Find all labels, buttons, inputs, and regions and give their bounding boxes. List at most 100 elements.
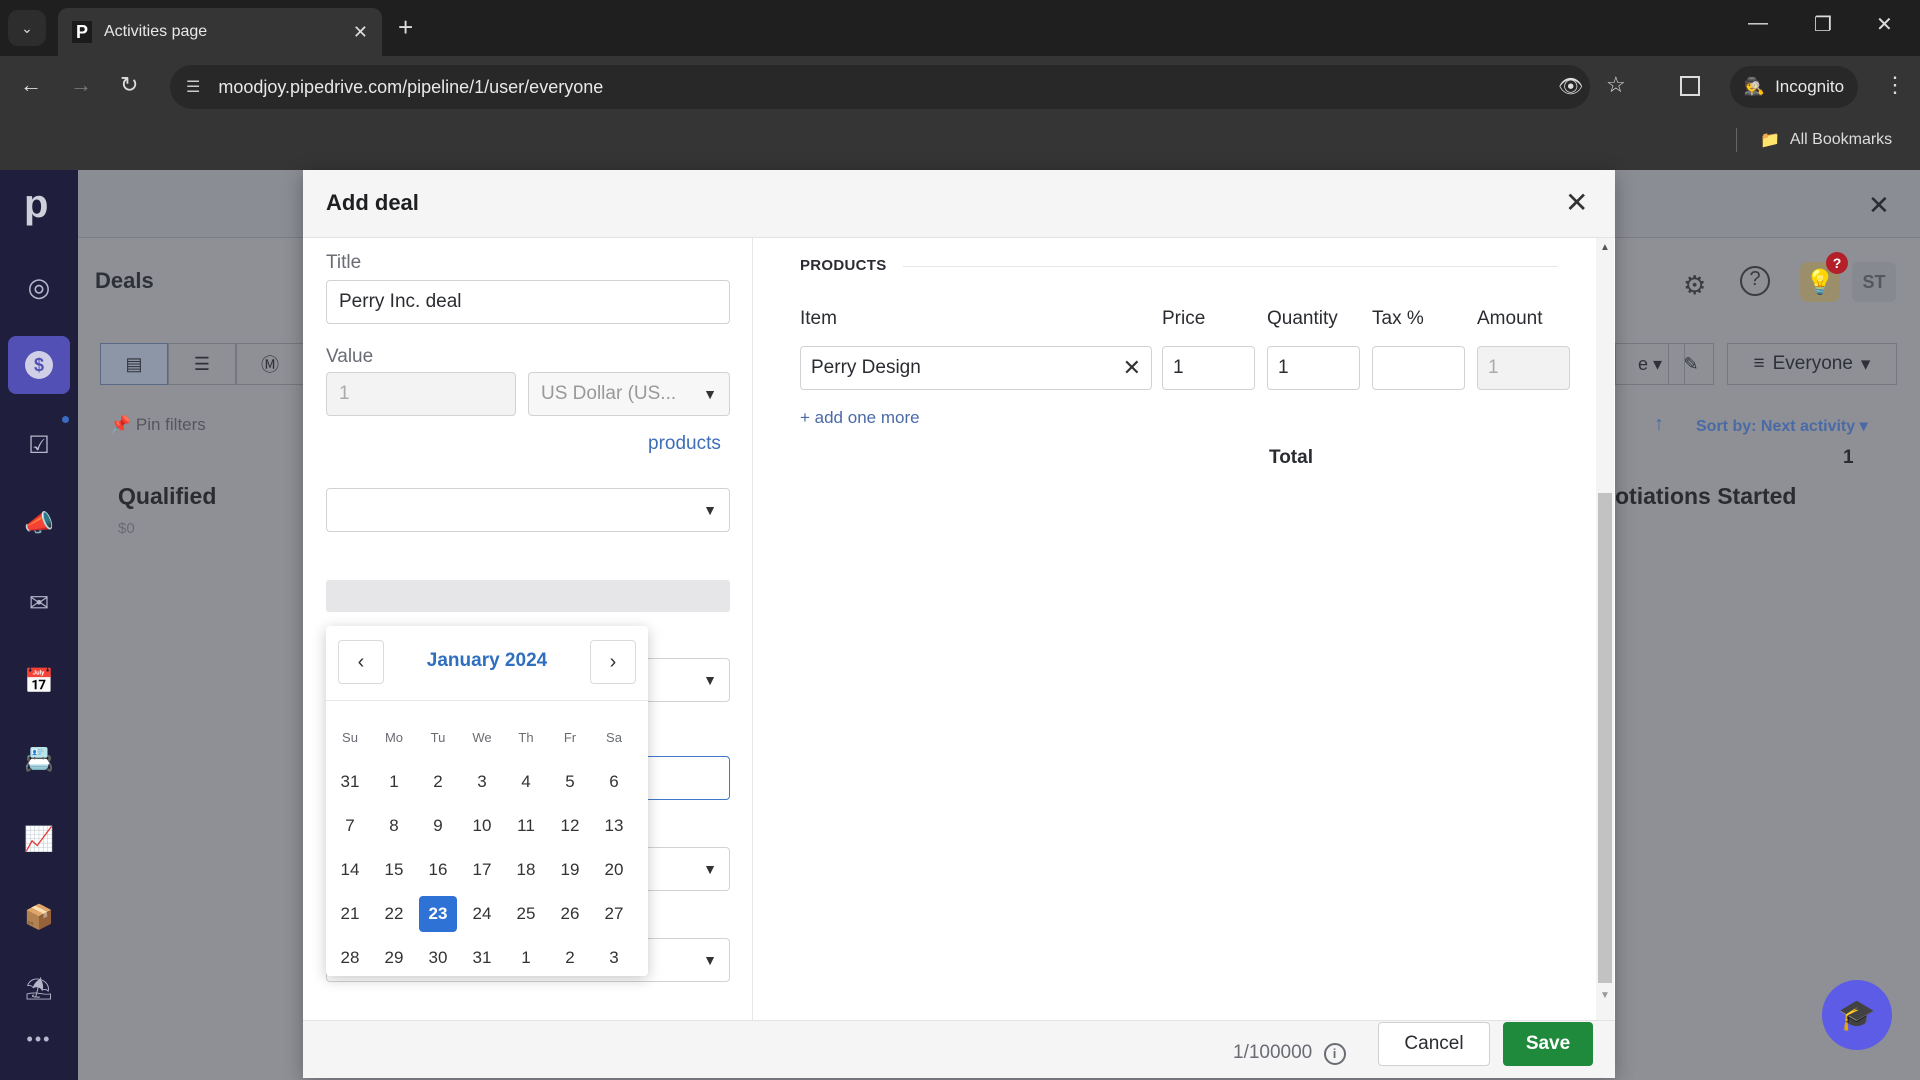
calendar-day[interactable]: 29 xyxy=(375,940,413,976)
calendar-day[interactable]: 8 xyxy=(375,808,413,844)
calendar-day[interactable]: 19 xyxy=(551,852,589,888)
close-window-button[interactable]: ✕ xyxy=(1876,12,1893,37)
pin-filters-button[interactable]: 📌 Pin filters xyxy=(110,415,206,435)
address-bar[interactable]: ☰ moodjoy.pipedrive.com/pipeline/1/user/… xyxy=(170,65,1590,109)
close-tab-icon[interactable]: ✕ xyxy=(353,22,368,43)
academy-button[interactable]: 🎓 xyxy=(1822,980,1892,1050)
calendar-day[interactable]: 4 xyxy=(507,764,545,800)
restore-button[interactable]: ❐ xyxy=(1814,12,1832,37)
sort-dropdown[interactable]: Sort by: Next activity ▾ xyxy=(1696,416,1868,436)
close-icon[interactable]: ✕ xyxy=(1868,190,1890,221)
value-input[interactable]: 1 xyxy=(326,372,516,416)
sidebar-item-more[interactable]: ••• xyxy=(8,1010,70,1068)
calendar-day[interactable]: 23 xyxy=(419,896,457,932)
calendar-day[interactable]: 2 xyxy=(551,940,589,976)
calendar-day[interactable]: 5 xyxy=(551,764,589,800)
calendar-day[interactable]: 11 xyxy=(507,808,545,844)
new-tab-button[interactable]: + xyxy=(398,12,413,43)
extensions-icon[interactable]: ⚙ xyxy=(1683,270,1706,301)
side-panel-icon[interactable] xyxy=(1680,76,1700,96)
product-item-input[interactable]: Perry Design ✕ xyxy=(800,346,1152,390)
back-button[interactable]: ← xyxy=(20,72,42,98)
date-picker: ‹ January 2024 › Su Mo Tu We Th Fr Sa 31 1 2 3 4 5 6… xyxy=(326,626,648,976)
product-quantity-input[interactable]: 1 xyxy=(1267,346,1360,390)
calendar-day[interactable]: 22 xyxy=(375,896,413,932)
tab-search-button[interactable]: ⌄ xyxy=(8,10,46,46)
sidebar-item-insights[interactable]: 📈 xyxy=(8,810,70,868)
currency-select[interactable]: US Dollar (US... ▼ xyxy=(528,372,730,416)
sidebar-item-leads[interactable]: ◎ xyxy=(8,258,70,316)
calendar-day[interactable]: 24 xyxy=(463,896,501,932)
calendar-day[interactable]: 18 xyxy=(507,852,545,888)
browser-menu-icon[interactable]: ⋮ xyxy=(1884,72,1906,98)
next-month-button[interactable]: › xyxy=(590,640,636,684)
sidebar-item-products[interactable]: 📦 xyxy=(8,888,70,946)
forward-button[interactable]: → xyxy=(70,72,92,98)
calendar-day[interactable]: 25 xyxy=(507,896,545,932)
pipedrive-logo[interactable]: p xyxy=(24,182,48,227)
calendar-day[interactable]: 21 xyxy=(331,896,369,932)
calendar-day[interactable]: 10 xyxy=(463,808,501,844)
calendar-day[interactable]: 17 xyxy=(463,852,501,888)
calendar-day[interactable]: 7 xyxy=(331,808,369,844)
site-settings-icon[interactable]: ☰ xyxy=(186,77,200,97)
browser-tab[interactable]: P Activities page ✕ xyxy=(58,8,382,56)
title-input[interactable]: Perry Inc. deal xyxy=(326,280,730,324)
calendar-day[interactable]: 16 xyxy=(419,852,457,888)
user-avatar[interactable]: ST xyxy=(1852,262,1896,302)
eye-off-icon[interactable]: 👁 xyxy=(1558,74,1583,99)
calendar-day[interactable]: 13 xyxy=(595,808,633,844)
calendar-day[interactable]: 27 xyxy=(595,896,633,932)
calendar-day[interactable]: 20 xyxy=(595,852,633,888)
calendar-day[interactable]: 3 xyxy=(595,940,633,976)
value-label: Value xyxy=(326,346,374,367)
sidebar-item-activities[interactable]: ☑ xyxy=(8,416,70,474)
currency-value: US Dollar (US... xyxy=(541,383,677,404)
sidebar-item-contacts[interactable]: 📇 xyxy=(8,730,70,788)
calendar-day[interactable]: 31 xyxy=(463,940,501,976)
clear-item-icon[interactable]: ✕ xyxy=(1123,355,1141,381)
calendar-day[interactable]: 26 xyxy=(551,896,589,932)
calendar-day[interactable]: 28 xyxy=(331,940,369,976)
calendar-day[interactable]: 1 xyxy=(375,764,413,800)
edit-pipeline-button[interactable]: ✎ xyxy=(1668,343,1714,385)
calendar-day[interactable]: 15 xyxy=(375,852,413,888)
save-button[interactable]: Save xyxy=(1503,1022,1593,1066)
forecast-view-button[interactable]: Ⓜ xyxy=(236,343,304,385)
reload-button[interactable]: ↻ xyxy=(120,72,138,98)
scrollbar-thumb[interactable] xyxy=(1598,493,1612,983)
calendar-day[interactable]: 2 xyxy=(419,764,457,800)
scroll-down-arrow[interactable]: ▼ xyxy=(1600,990,1610,1001)
sidebar-item-campaigns[interactable]: 📣 xyxy=(8,494,70,552)
sidebar-item-calendar[interactable]: 📅 xyxy=(8,652,70,710)
incognito-icon: 🕵 xyxy=(1743,77,1766,96)
sidebar-item-mail[interactable]: ✉ xyxy=(8,574,70,632)
owner-filter-button[interactable]: ≡ Everyone ▾ xyxy=(1727,343,1897,385)
product-tax-input[interactable] xyxy=(1372,346,1465,390)
info-icon[interactable]: i xyxy=(1323,1043,1346,1065)
hidden-select-1[interactable]: ▼ xyxy=(326,488,730,532)
bookmark-star-icon[interactable]: ☆ xyxy=(1606,72,1626,98)
add-one-more-link[interactable]: + add one more xyxy=(800,408,920,428)
calendar-day[interactable]: 6 xyxy=(595,764,633,800)
all-bookmarks-button[interactable]: 📁 All Bookmarks xyxy=(1760,130,1892,150)
product-price-input[interactable]: 1 xyxy=(1162,346,1255,390)
calendar-day[interactable]: 31 xyxy=(331,764,369,800)
minimize-button[interactable]: — xyxy=(1748,12,1768,35)
incognito-indicator[interactable]: 🕵 Incognito xyxy=(1730,66,1858,108)
add-products-link[interactable]: products xyxy=(648,433,721,455)
scroll-up-arrow[interactable]: ▲ xyxy=(1600,242,1610,253)
pipeline-view-button[interactable]: ▤ xyxy=(100,343,168,385)
sidebar-item-deals[interactable]: $ xyxy=(8,336,70,394)
cancel-button[interactable]: Cancel xyxy=(1378,1022,1490,1066)
calendar-day[interactable]: 12 xyxy=(551,808,589,844)
calendar-day[interactable]: 9 xyxy=(419,808,457,844)
sort-direction-icon[interactable]: ↑ xyxy=(1654,413,1664,436)
help-icon[interactable]: ? xyxy=(1740,266,1770,296)
calendar-day[interactable]: 30 xyxy=(419,940,457,976)
calendar-day[interactable]: 1 xyxy=(507,940,545,976)
close-modal-icon[interactable]: ✕ xyxy=(1565,186,1588,219)
calendar-day[interactable]: 3 xyxy=(463,764,501,800)
list-view-button[interactable]: ☰ xyxy=(168,343,236,385)
calendar-day[interactable]: 14 xyxy=(331,852,369,888)
